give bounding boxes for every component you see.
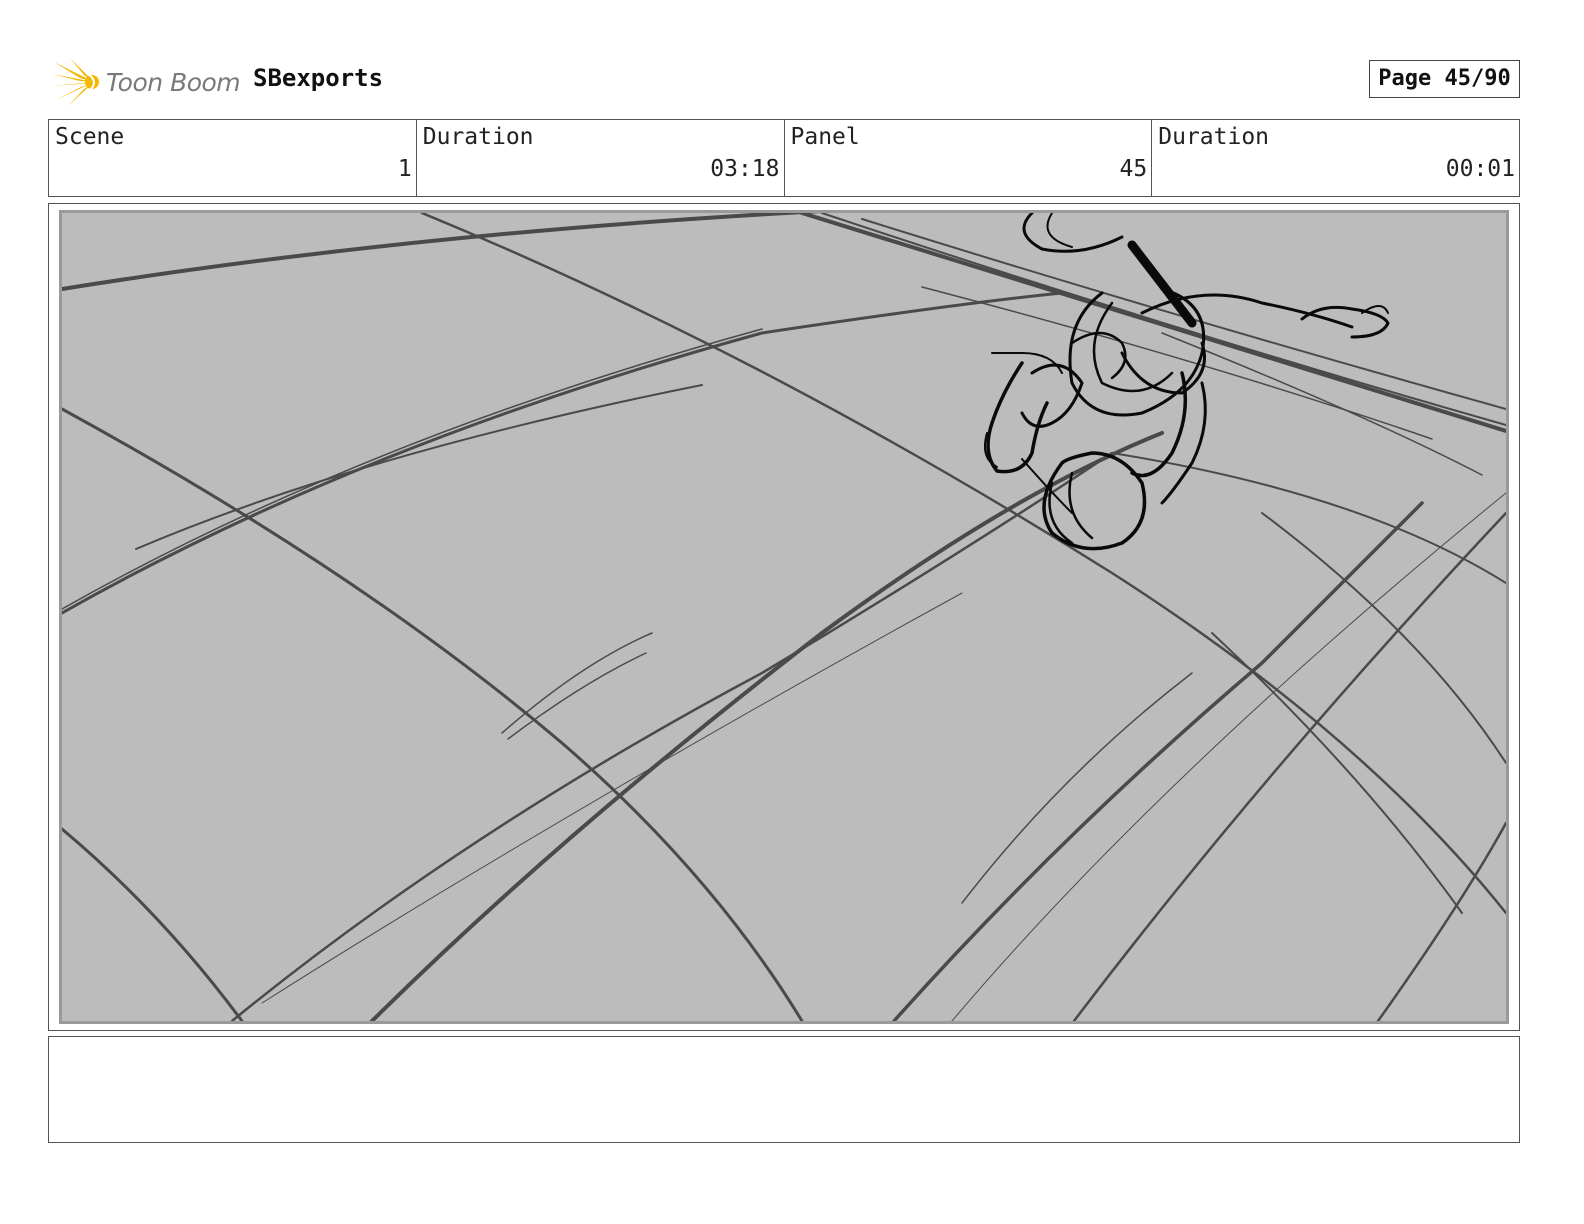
scene-info-table: Scene 1 Duration 03:18 Panel 45 Duration… bbox=[48, 119, 1520, 197]
scene-duration-label: Duration bbox=[422, 124, 534, 150]
project-name: SBexports bbox=[253, 64, 384, 92]
scene-label: Scene bbox=[55, 124, 125, 150]
panel-label: Panel bbox=[790, 124, 860, 150]
notes-box bbox=[48, 1036, 1520, 1143]
scene-cell: Scene 1 bbox=[49, 120, 417, 196]
panel-duration-label: Duration bbox=[1158, 124, 1270, 150]
storyboard-sketch bbox=[59, 210, 1509, 1024]
scene-duration-cell: Duration 03:18 bbox=[417, 120, 785, 196]
panel-cell: Panel 45 bbox=[785, 120, 1153, 196]
panel-value: 45 bbox=[1119, 156, 1148, 182]
scene-duration-value: 03:18 bbox=[710, 156, 780, 182]
storyboard-panel-frame bbox=[48, 203, 1520, 1031]
starburst-icon bbox=[52, 58, 99, 106]
page-number: Page 45/90 bbox=[1369, 60, 1520, 98]
logo-text: Toon Boom bbox=[106, 68, 241, 97]
toon-boom-logo: Toon Boom bbox=[50, 56, 250, 108]
panel-duration-value: 00:01 bbox=[1445, 156, 1515, 182]
page-header: Toon Boom SBexports Page 45/90 bbox=[48, 52, 1520, 112]
panel-duration-cell: Duration 00:01 bbox=[1152, 120, 1519, 196]
scene-value: 1 bbox=[397, 156, 412, 182]
sketch-drawing bbox=[62, 213, 1506, 1021]
